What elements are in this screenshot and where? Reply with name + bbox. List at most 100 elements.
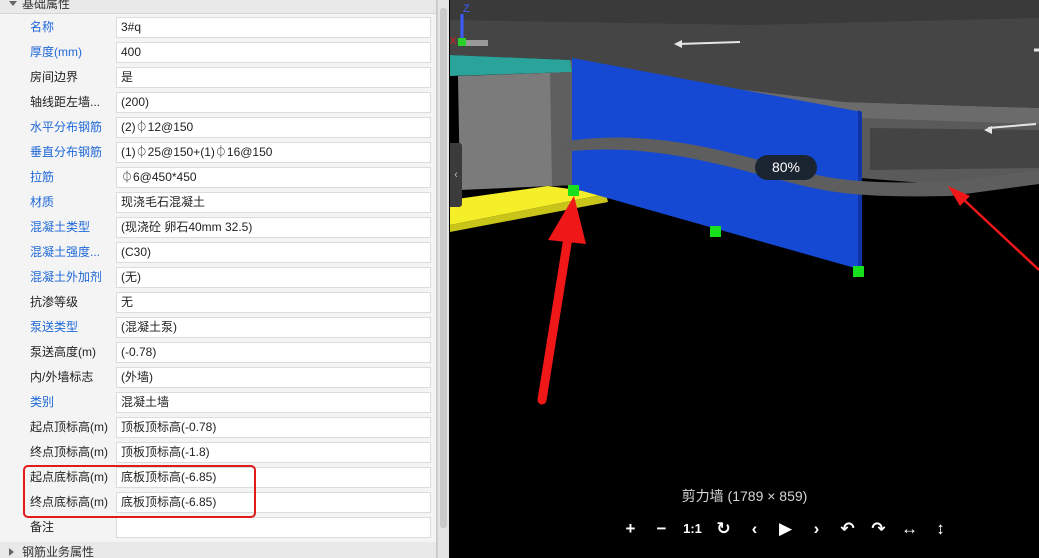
- wall-grip-start: [568, 185, 579, 196]
- scrollbar-thumb[interactable]: [440, 8, 447, 528]
- property-value-field[interactable]: (200): [116, 92, 431, 113]
- property-value-field[interactable]: (无): [116, 267, 431, 288]
- property-row[interactable]: 水平分布钢筋 (2)⏀12@150: [0, 115, 436, 140]
- zoom-in-button[interactable]: +: [615, 514, 646, 544]
- property-label: 房间边界: [30, 70, 79, 84]
- property-row[interactable]: 类别 混凝土墙: [0, 390, 436, 415]
- property-value-field[interactable]: (现浇砼 卵石40mm 32.5): [116, 217, 431, 238]
- property-row[interactable]: 终点底标高(m) 底板顶标高(-6.85): [0, 490, 436, 515]
- model-scene: [450, 0, 1039, 405]
- property-value-field[interactable]: 是: [116, 67, 431, 88]
- property-label: 终点顶标高(m): [30, 445, 108, 459]
- property-label: 名称: [30, 20, 55, 34]
- collapse-panel-handle[interactable]: ‹: [450, 143, 462, 207]
- chevron-left-icon: ‹: [454, 169, 458, 181]
- zoom-out-button[interactable]: −: [646, 514, 677, 544]
- axis-gizmo: Z X: [450, 3, 488, 46]
- previous-button[interactable]: ‹: [739, 514, 770, 544]
- axis-z-label: Z: [463, 3, 470, 15]
- section-header-rebar[interactable]: 钢筋业务属性: [0, 542, 436, 558]
- property-value-field[interactable]: 顶板顶标高(-1.8): [116, 442, 431, 463]
- property-label: 水平分布钢筋: [30, 120, 103, 134]
- property-label: 厚度(mm): [30, 45, 82, 59]
- property-row[interactable]: 混凝土强度... (C30): [0, 240, 436, 265]
- red-arrow-left-shaft: [537, 220, 575, 405]
- next-button[interactable]: ›: [801, 514, 832, 544]
- property-row[interactable]: 终点顶标高(m) 顶板顶标高(-1.8): [0, 440, 436, 465]
- property-value-field[interactable]: 400: [116, 42, 431, 63]
- property-label: 起点底标高(m): [30, 470, 108, 484]
- panel-scrollbar[interactable]: [437, 0, 449, 558]
- property-label: 垂直分布钢筋: [30, 145, 103, 159]
- property-row[interactable]: 起点底标高(m) 底板顶标高(-6.85): [0, 465, 436, 490]
- property-row[interactable]: 混凝土类型 (现浇砼 卵石40mm 32.5): [0, 215, 436, 240]
- property-row[interactable]: 泵送类型 (混凝土泵): [0, 315, 436, 340]
- reset-button[interactable]: ↻: [708, 514, 739, 544]
- property-value-field[interactable]: 底板顶标高(-6.85): [116, 467, 431, 488]
- property-value-field[interactable]: 无: [116, 292, 431, 313]
- red-arrow-right-shaft: [961, 197, 1039, 271]
- property-row[interactable]: 材质 现浇毛石混凝土: [0, 190, 436, 215]
- property-label: 泵送高度(m): [30, 345, 96, 359]
- property-row[interactable]: 起点顶标高(m) 顶板顶标高(-0.78): [0, 415, 436, 440]
- property-value-field[interactable]: 3#q: [116, 17, 431, 38]
- collapse-triangle-icon: [9, 1, 17, 6]
- property-row[interactable]: 厚度(mm) 400: [0, 40, 436, 65]
- left-block-side: [550, 72, 574, 186]
- property-row[interactable]: 备注: [0, 515, 436, 540]
- property-label: 抗渗等级: [30, 295, 79, 309]
- section-header-basic[interactable]: 基础属性: [0, 0, 436, 14]
- property-label: 拉筋: [30, 170, 55, 184]
- property-row[interactable]: 房间边界 是: [0, 65, 436, 90]
- axis-x-label: X: [450, 36, 457, 46]
- property-label: 内/外墙标志: [30, 370, 94, 384]
- property-label: 泵送类型: [30, 320, 79, 334]
- property-value-field[interactable]: (2)⏀12@150: [116, 117, 431, 138]
- property-label: 材质: [30, 195, 55, 209]
- property-row[interactable]: 泵送高度(m) (-0.78): [0, 340, 436, 365]
- actual-size-button[interactable]: 1:1: [677, 514, 708, 544]
- property-label: 混凝土类型: [30, 220, 91, 234]
- wall-grip-end: [853, 266, 864, 277]
- model-viewport[interactable]: ‹ 80% 剪力墙 (1789 × 859) + −1:1 ↻ ‹ ▶ › ↶ ↷ ↔ ↕ Z X: [450, 0, 1039, 558]
- property-label: 混凝土强度...: [30, 245, 101, 259]
- property-row[interactable]: 抗渗等级 无: [0, 290, 436, 315]
- property-row[interactable]: 轴线距左墙... (200): [0, 90, 436, 115]
- property-value-field[interactable]: 顶板顶标高(-0.78): [116, 417, 431, 438]
- flip-horizontal-button[interactable]: ↔: [894, 514, 925, 544]
- property-value-field[interactable]: 现浇毛石混凝土: [116, 192, 431, 213]
- property-label: 终点底标高(m): [30, 495, 108, 509]
- property-row[interactable]: 混凝土外加剂 (无): [0, 265, 436, 290]
- section-title-basic: 基础属性: [22, 0, 71, 11]
- property-value-field[interactable]: (混凝土泵): [116, 317, 431, 338]
- property-row[interactable]: 拉筋 ⏀6@450*450: [0, 165, 436, 190]
- viewer-toolbar: + −1:1 ↻ ‹ ▶ › ↶ ↷ ↔ ↕: [615, 514, 956, 544]
- wall-grip-mid: [710, 226, 721, 237]
- property-value-field[interactable]: ⏀6@450*450: [116, 167, 431, 188]
- property-value-field[interactable]: (1)⏀25@150+(1)⏀16@150: [116, 142, 431, 163]
- property-value-field[interactable]: 底板顶标高(-6.85): [116, 492, 431, 513]
- property-row[interactable]: 内/外墙标志 (外墙): [0, 365, 436, 390]
- expand-triangle-icon: [9, 548, 14, 556]
- property-label: 备注: [30, 520, 55, 534]
- property-value-field[interactable]: 混凝土墙: [116, 392, 431, 413]
- property-label: 起点顶标高(m): [30, 420, 108, 434]
- property-value-field[interactable]: (C30): [116, 242, 431, 263]
- section-title-rebar: 钢筋业务属性: [22, 545, 95, 558]
- property-value-field[interactable]: (-0.78): [116, 342, 431, 363]
- zoom-badge: 80%: [755, 155, 817, 180]
- property-row[interactable]: 名称 3#q: [0, 15, 436, 40]
- play-button[interactable]: ▶: [770, 514, 801, 544]
- flip-vertical-button[interactable]: ↕: [925, 514, 956, 544]
- property-row[interactable]: 垂直分布钢筋 (1)⏀25@150+(1)⏀16@150: [0, 140, 436, 165]
- property-label: 轴线距左墙...: [30, 95, 101, 109]
- property-label: 混凝土外加剂: [30, 270, 103, 284]
- rotate-right-button[interactable]: ↷: [863, 514, 894, 544]
- right-recess: [870, 128, 1039, 170]
- property-value-field[interactable]: (外墙): [116, 367, 431, 388]
- property-panel: 基础属性 名称 3#q 厚度(mm) 400 房间边界是轴线距左墙... (200) 水平分…: [0, 0, 437, 558]
- rotate-left-button[interactable]: ↶: [832, 514, 863, 544]
- image-caption: 剪力墙 (1789 × 859): [681, 488, 808, 504]
- property-value-field[interactable]: [116, 517, 431, 538]
- property-label: 类别: [30, 395, 55, 409]
